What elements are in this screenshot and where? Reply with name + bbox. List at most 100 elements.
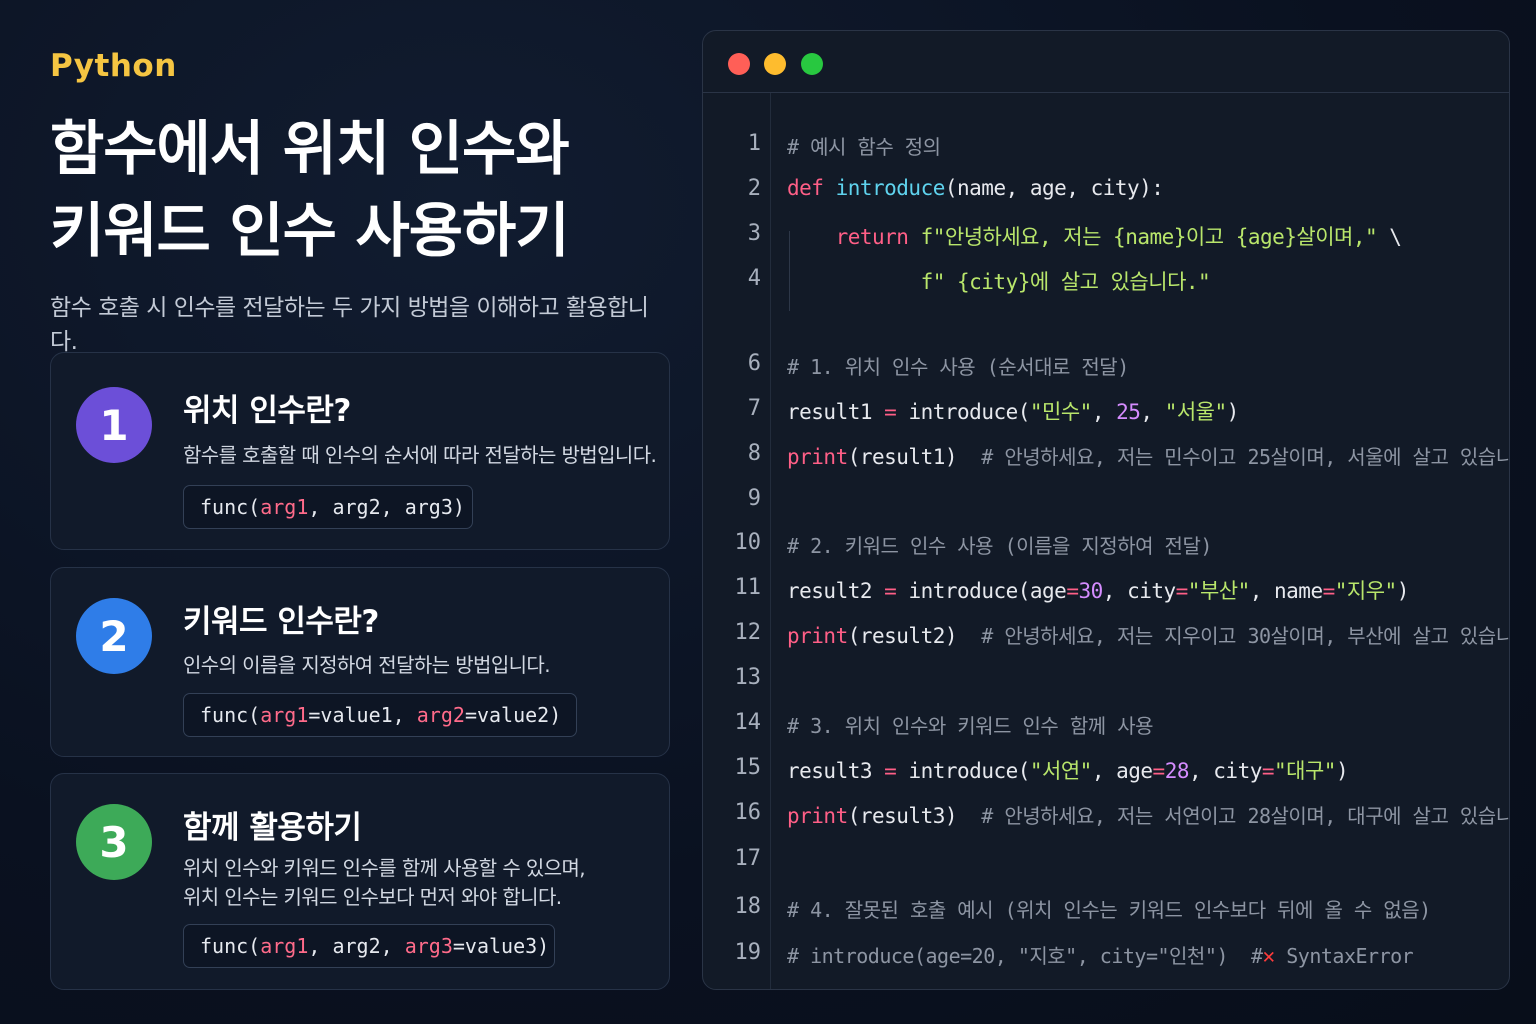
code-token: =: [1261, 759, 1275, 783]
title-line-2: 키워드 인수 사용하기: [50, 196, 570, 265]
code-token: =: [1066, 579, 1079, 603]
card-title: 키워드 인수란?: [183, 604, 379, 640]
error-x-icon: ✕: [1262, 944, 1276, 968]
code-line: # 2. 키워드 인수 사용 (이름을 지정하여 전달): [787, 530, 1212, 559]
code-token: (result2): [847, 624, 982, 648]
line-number: 1: [747, 131, 761, 156]
code-token: func(: [200, 934, 261, 958]
line-number: 10: [734, 530, 762, 555]
code-token: "서울": [1164, 400, 1227, 424]
code-token: "지우": [1334, 579, 1397, 603]
code-token: print: [787, 624, 848, 648]
code-token: return: [835, 225, 921, 249]
code-token: ,: [1091, 400, 1117, 424]
gutter-divider: [770, 93, 771, 989]
line-number: 18: [734, 894, 762, 919]
code-token: , age: [1091, 759, 1153, 783]
code-token: arg2: [416, 703, 465, 727]
code-line: # 예시 함수 정의: [787, 131, 941, 160]
code-token: (result3): [847, 804, 982, 828]
line-number: 9: [747, 486, 761, 511]
code-token: # 안녕하세요, 저는 지우이고 30살이며, 부산에 살고 있습니다.: [981, 624, 1510, 648]
minimize-window-dot[interactable]: [764, 53, 786, 75]
code-line: result3 = introduce("서연", age=28, city="…: [787, 755, 1349, 785]
code-token: 30: [1078, 579, 1103, 603]
code-token: ): [1226, 400, 1240, 424]
code-token: ): [1335, 759, 1349, 783]
code-example: func(arg1, arg2, arg3 =value3): [183, 924, 555, 968]
code-line: result1 = introduce("민수", 25, "서울"): [787, 396, 1239, 426]
code-token: print: [787, 445, 848, 469]
code-token: arg1: [260, 934, 309, 958]
code-token: , arg2, arg3): [308, 495, 465, 519]
code-token: SyntaxError: [1274, 944, 1414, 968]
editor-titlebar: [703, 31, 1509, 93]
code-token: "대구": [1274, 759, 1336, 783]
code-token: func(: [200, 703, 261, 727]
line-number: 4: [747, 266, 761, 291]
card-description: 위치 인수와 키워드 인수를 함께 사용할 수 있으며, 위치 인수는 키워드 …: [183, 854, 586, 912]
page-subtitle: 함수 호출 시 인수를 전달하는 두 가지 방법을 이해하고 활용합니다.: [50, 295, 649, 355]
line-number: 15: [734, 755, 762, 780]
code-line: # 4. 잘못된 호출 예시 (위치 인수는 키워드 인수보다 뒤에 올 수 없…: [787, 894, 1431, 923]
language-label: Python: [50, 48, 177, 84]
code-line: # introduce(age=20, "지호", city="인천") #✕ …: [787, 940, 1414, 969]
card-combined-args: 3 함께 활용하기 위치 인수와 키워드 인수를 함께 사용할 수 있으며, 위…: [50, 773, 670, 990]
code-line: # 1. 위치 인수 사용 (순서대로 전달): [787, 351, 1129, 380]
card-keyword-args: 2 키워드 인수란? 인수의 이름을 지정하여 전달하는 방법입니다. func…: [50, 567, 670, 757]
code-token: introduce(age: [896, 579, 1067, 603]
step-number-badge: 1: [76, 387, 152, 463]
line-number: 3: [747, 221, 761, 246]
code-line: print(result1) # 안녕하세요, 저는 민수이고 25살이며, 서…: [787, 441, 1509, 470]
maximize-window-dot[interactable]: [801, 53, 823, 75]
code-token: =: [884, 759, 897, 783]
code-token: 28: [1164, 759, 1190, 783]
code-token: =: [1322, 579, 1336, 603]
card-title: 함께 활용하기: [183, 810, 362, 846]
line-number: 7: [747, 396, 761, 421]
card-title: 위치 인수란?: [183, 393, 351, 429]
code-token: , arg2,: [308, 934, 405, 958]
code-token: =value2): [464, 703, 562, 727]
code-token: ,: [1140, 400, 1165, 424]
line-number: 12: [734, 620, 762, 645]
code-line: result2 = introduce(age=30, city="부산", n…: [787, 575, 1409, 605]
code-token: # 4. 잘못된 호출 예시 (위치 인수는 키워드 인수보다 뒤에 올 수 없…: [787, 898, 1431, 922]
code-token: result2: [787, 579, 885, 603]
card-description: 함수를 호출할 때 인수의 순서에 따라 전달하는 방법입니다.: [183, 443, 657, 467]
line-number: 19: [734, 940, 762, 965]
code-token: =: [884, 400, 897, 424]
code-line: def introduce(name, age, city):: [787, 176, 1164, 200]
code-token: func(: [200, 495, 261, 519]
line-number: 13: [734, 665, 762, 690]
step-number-badge: 2: [76, 598, 152, 674]
card-description-line-1: 위치 인수와 키워드 인수를 함께 사용할 수 있으며,: [183, 856, 586, 880]
line-number: 14: [734, 710, 762, 735]
code-token: f" {city}에 살고 있습니다.": [920, 270, 1211, 294]
card-description-line-2: 위치 인수는 키워드 인수보다 먼저 와야 합니다.: [183, 885, 562, 909]
code-token: result3: [787, 759, 885, 783]
code-token: "민수": [1029, 400, 1092, 424]
code-token: introduce(: [896, 400, 1030, 424]
code-line: # 3. 위치 인수와 키워드 인수 함께 사용: [787, 710, 1154, 739]
line-number: 2: [747, 176, 761, 201]
code-token: arg1: [260, 703, 309, 727]
code-token: , name: [1249, 579, 1323, 603]
card-description: 인수의 이름을 지정하여 전달하는 방법입니다.: [183, 653, 551, 677]
code-token: =: [1152, 759, 1166, 783]
code-token: def: [787, 176, 836, 200]
card-positional-args: 1 위치 인수란? 함수를 호출할 때 인수의 순서에 따라 전달하는 방법입니…: [50, 352, 670, 550]
code-line: f" {city}에 살고 있습니다.": [787, 266, 1211, 296]
close-window-dot[interactable]: [728, 53, 750, 75]
code-token: , city: [1189, 759, 1262, 783]
code-token: ): [1396, 579, 1410, 603]
code-token: f"안녕하세요, 저는 {name}이고 {age}살이며,": [920, 225, 1378, 249]
code-token: =: [884, 579, 897, 603]
code-token: # introduce(age=20, "지호", city="인천") #: [787, 944, 1263, 968]
code-token: , city: [1102, 579, 1176, 603]
code-token: (result1): [847, 445, 982, 469]
line-number: 6: [747, 351, 761, 376]
code-line: return f"안녕하세요, 저는 {name}이고 {age}살이며," \: [787, 221, 1402, 251]
